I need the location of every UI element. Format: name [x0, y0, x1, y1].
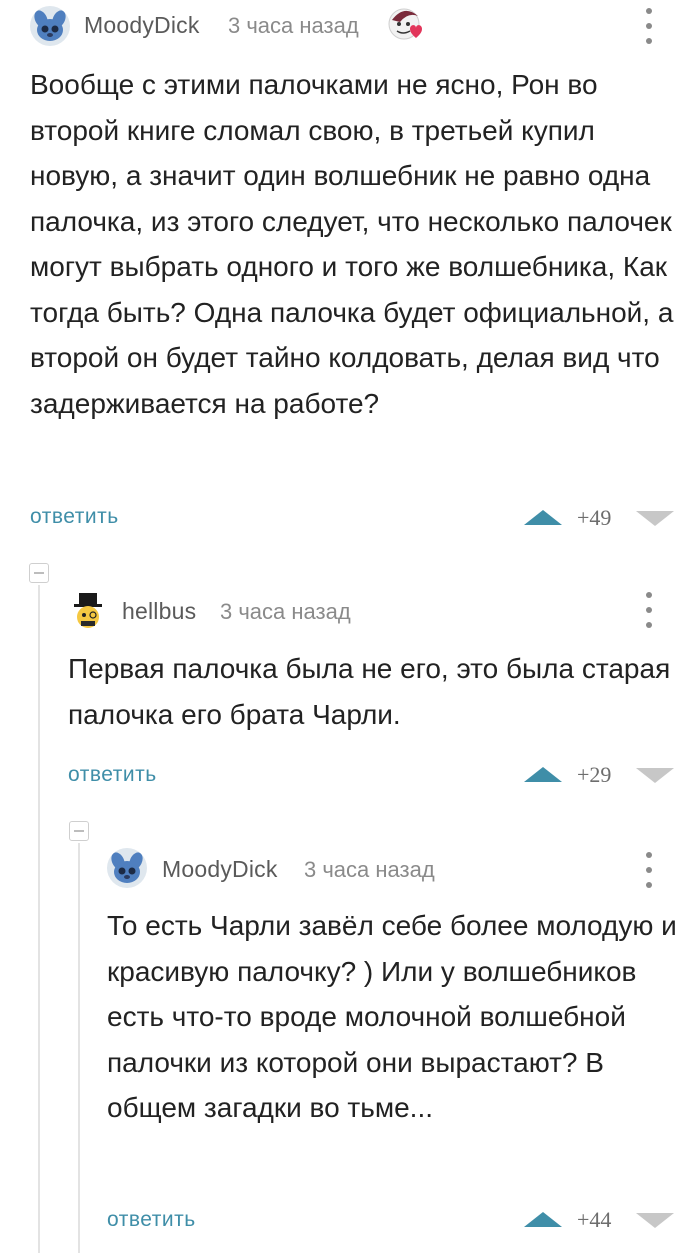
comment-author[interactable]: MoodyDick	[162, 856, 278, 883]
top-hat-avatar-icon	[68, 590, 108, 630]
downvote-icon[interactable]	[636, 1213, 674, 1228]
downvote-icon[interactable]	[636, 511, 674, 526]
downvote-icon[interactable]	[636, 768, 674, 783]
collapse-thread-icon[interactable]	[69, 821, 89, 841]
comment-score: +29	[577, 762, 612, 787]
thread-line	[38, 585, 40, 1253]
collapse-thread-icon[interactable]	[29, 563, 49, 583]
reply-button[interactable]: ответить	[30, 505, 119, 529]
comment-author[interactable]: hellbus	[122, 598, 196, 625]
upvote-icon[interactable]	[524, 767, 562, 782]
comment-text: Вообще с этими палочками не ясно, Рон во…	[30, 69, 674, 419]
comment-time: 3 часа назад	[228, 13, 359, 38]
stitch-avatar-icon	[107, 848, 147, 888]
comment-score: +44	[577, 1207, 612, 1232]
comment-score: +49	[577, 505, 612, 530]
upvote-icon[interactable]	[524, 1212, 562, 1227]
avatar[interactable]	[68, 590, 108, 630]
reply-button[interactable]: ответить	[107, 1208, 196, 1232]
stitch-avatar-icon	[30, 6, 70, 46]
upvote-icon[interactable]	[524, 510, 562, 525]
comment-text: Первая палочка была не его, это была ста…	[68, 653, 671, 730]
comment-time: 3 часа назад	[220, 599, 351, 624]
more-options-icon[interactable]	[645, 852, 653, 888]
author-badge-icon	[386, 2, 428, 48]
thread-line	[78, 843, 80, 1253]
reply-button[interactable]: ответить	[68, 763, 157, 787]
avatar[interactable]	[30, 6, 70, 46]
more-options-icon[interactable]	[645, 8, 653, 44]
comment-time: 3 часа назад	[304, 857, 435, 882]
more-options-icon[interactable]	[645, 592, 653, 628]
avatar[interactable]	[107, 848, 147, 888]
comment-author[interactable]: MoodyDick	[84, 12, 200, 39]
comment-text: То есть Чарли завёл себе более молодую и…	[107, 910, 677, 1123]
